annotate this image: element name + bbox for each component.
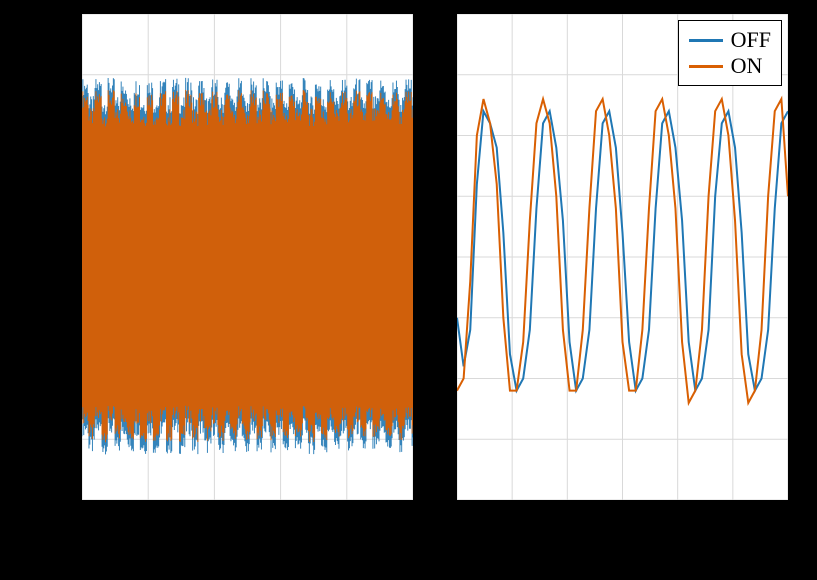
right-plot-svg xyxy=(457,14,788,500)
x-tick-label: 500 xyxy=(391,506,431,533)
left-plot-svg xyxy=(82,14,413,500)
x-tick-label: 0.1 xyxy=(543,506,587,533)
x-tick-label: 100 xyxy=(126,506,166,533)
legend-label-off: OFF xyxy=(731,27,771,53)
legend-entry-on: ON xyxy=(689,53,771,79)
legend-label-on: ON xyxy=(731,53,763,79)
right-plot-area: OFF ON xyxy=(455,12,790,502)
x-tick-label: 300 xyxy=(259,506,299,533)
x-tick-label: 0 xyxy=(60,506,100,533)
right-x-axis-title: t [s] xyxy=(605,540,646,570)
x-tick-label: 200 xyxy=(192,506,232,533)
x-tick-label: 400 xyxy=(325,506,365,533)
x-tick-label: 0.25 xyxy=(709,506,753,533)
x-tick-label: 0.15 xyxy=(599,506,643,533)
y-tick-label: 0.01 xyxy=(14,182,74,209)
y-tick-label: 0.02 xyxy=(14,122,74,149)
x-tick-label: 0.2 xyxy=(654,506,698,533)
left-x-axis-title: t [s] xyxy=(230,540,271,570)
y-tick-label: 0.03 xyxy=(14,61,74,88)
y-tick-label: 0 xyxy=(14,243,74,270)
left-plot-area xyxy=(80,12,415,502)
y-tick-label: -0.03 xyxy=(14,425,74,452)
y-tick-label: -0.01 xyxy=(14,304,74,331)
legend-swatch-on xyxy=(689,65,723,68)
legend-swatch-off xyxy=(689,39,723,42)
x-tick-label: 0.3 xyxy=(764,506,808,533)
legend-entry-off: OFF xyxy=(689,27,771,53)
legend: OFF ON xyxy=(678,20,782,86)
figure: OFF ON VAC [V] t [s] t [s] -0.04-0.03-0.… xyxy=(0,0,817,580)
y-tick-label: 0.04 xyxy=(14,0,74,27)
y-tick-label: -0.02 xyxy=(14,365,74,392)
x-tick-label: 0.05 xyxy=(488,506,532,533)
x-tick-label: 0 xyxy=(433,506,477,533)
